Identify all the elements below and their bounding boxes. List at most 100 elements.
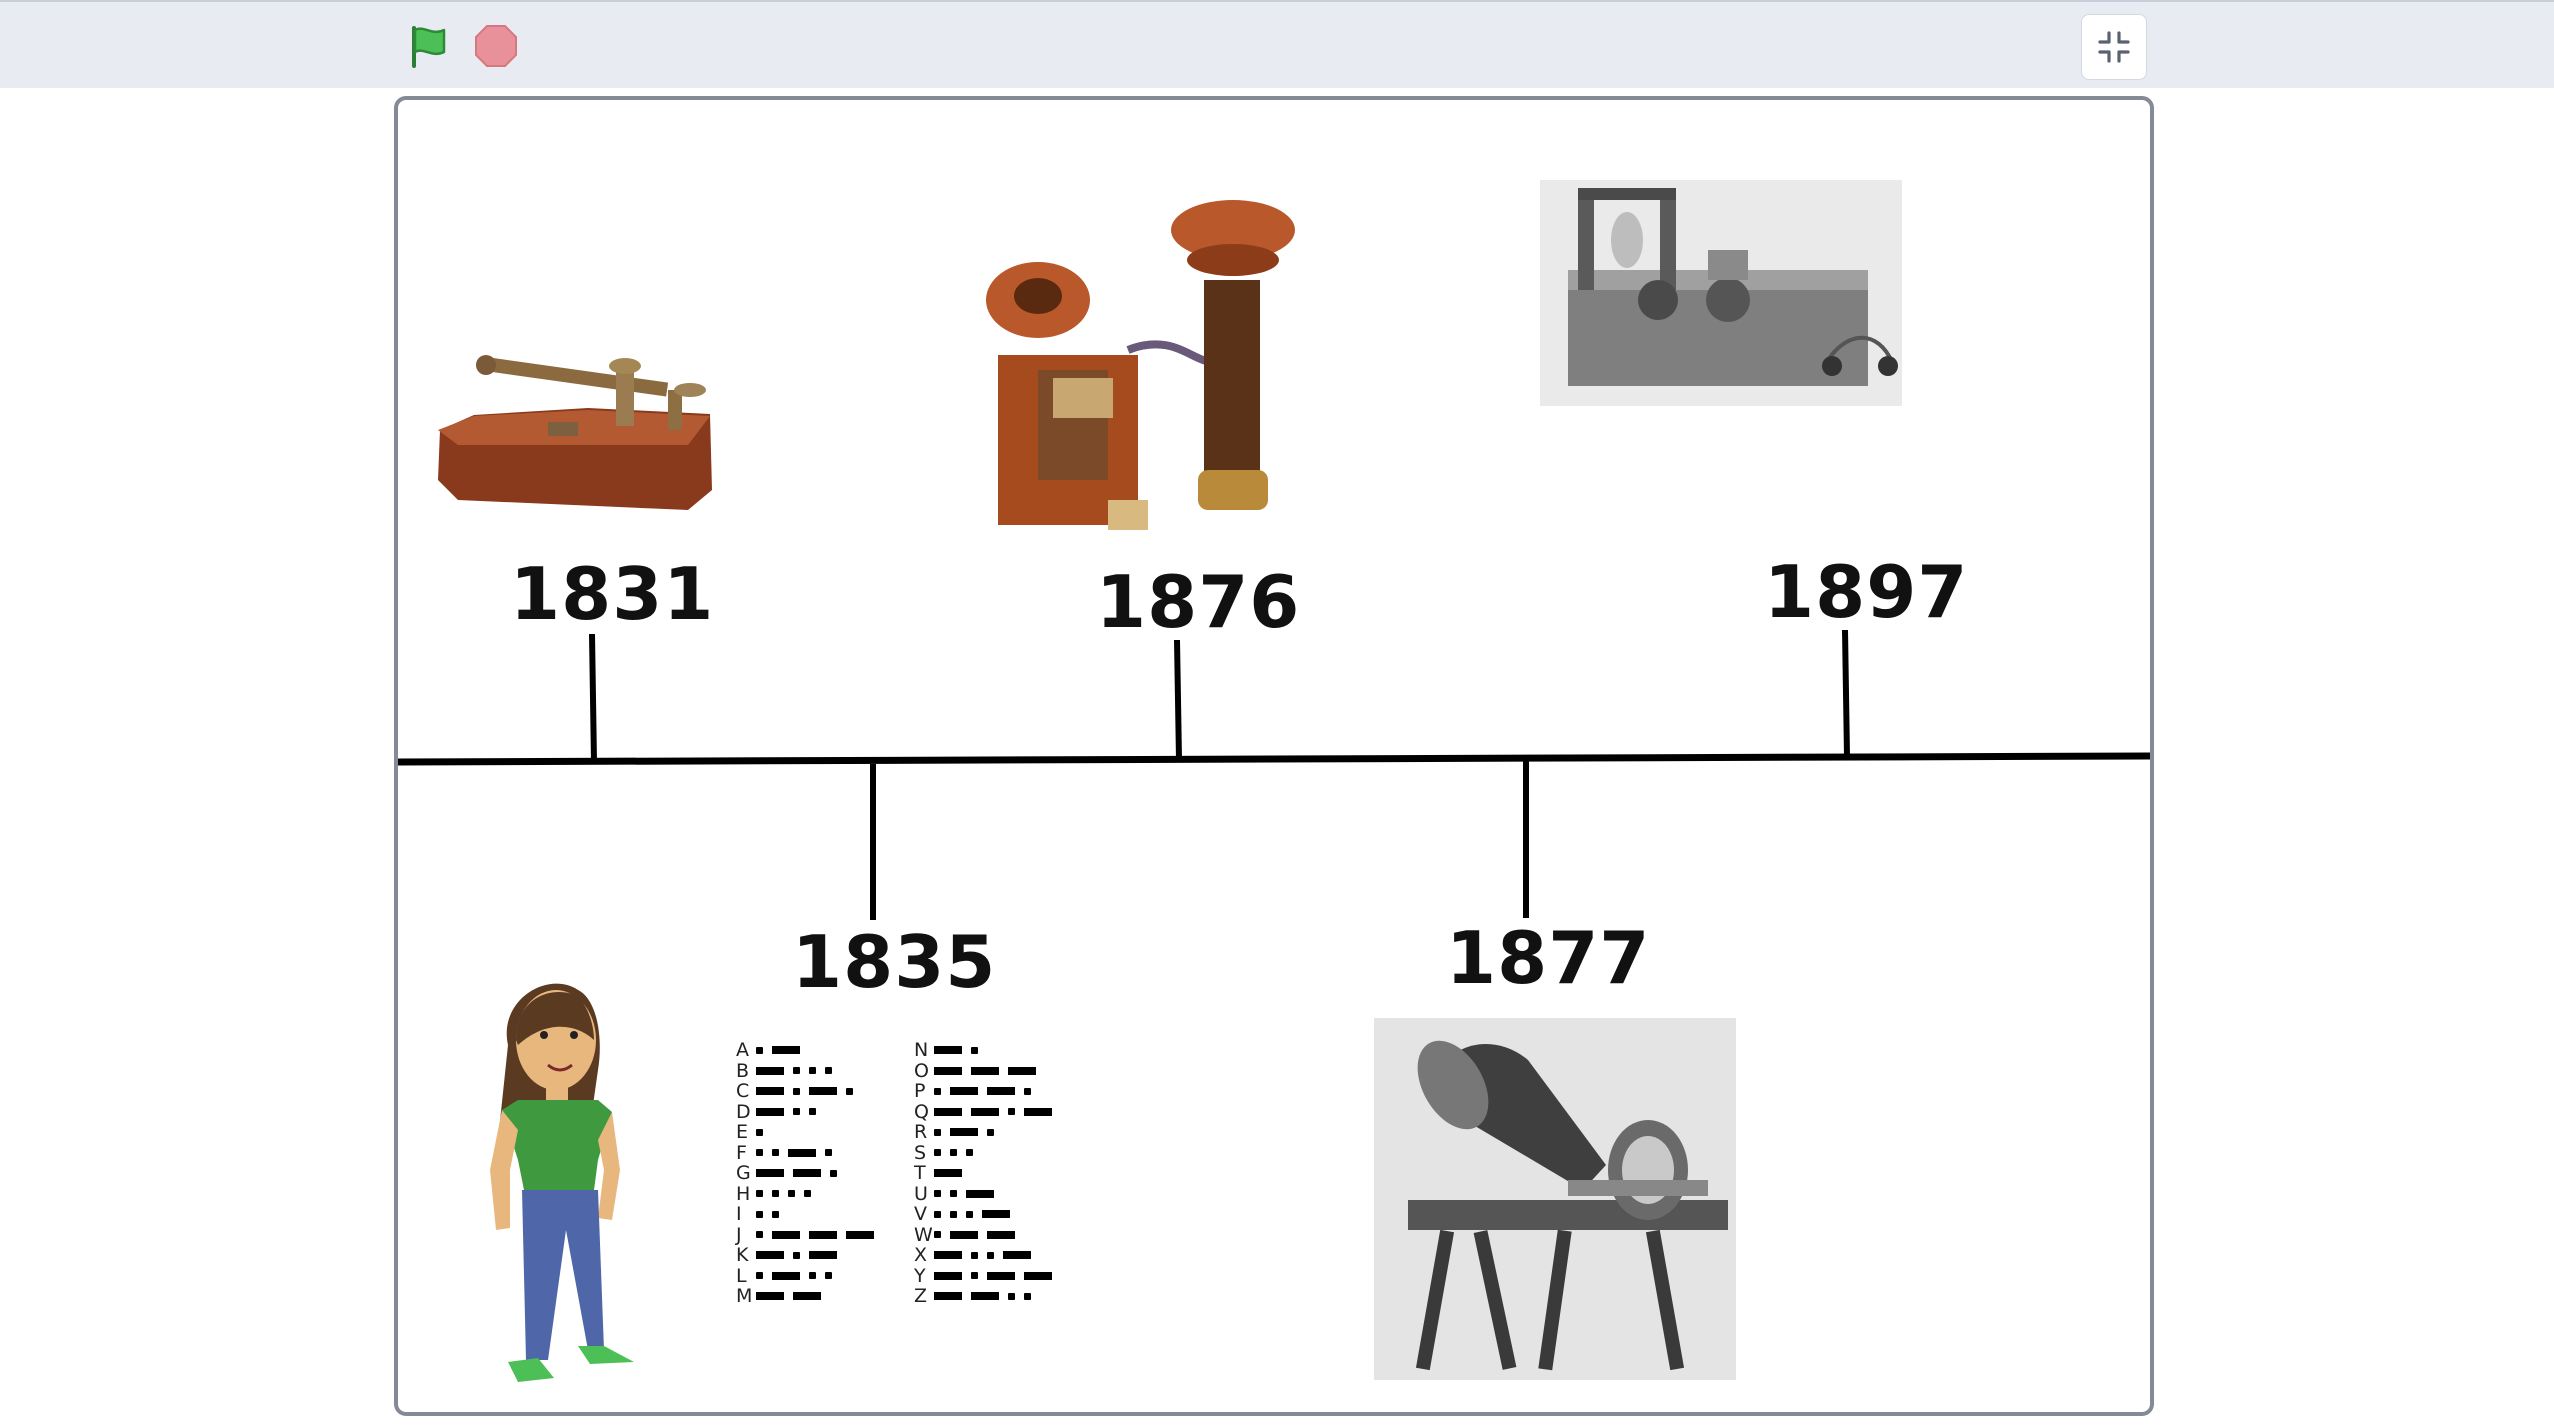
morse-dot: [788, 1190, 795, 1198]
morse-dash: [772, 1230, 800, 1239]
morse-code-symbols: [934, 1149, 982, 1157]
morse-dash: [1024, 1107, 1052, 1116]
morse-dot: [830, 1169, 837, 1177]
morse-letter: W: [914, 1223, 933, 1246]
morse-code-symbols: [756, 1210, 788, 1218]
year-label-1876: 1876: [1096, 560, 1301, 644]
morse-code-symbols: [934, 1251, 1040, 1260]
morse-dash: [950, 1128, 978, 1137]
morse-letter: S: [914, 1141, 927, 1164]
morse-dash: [788, 1148, 816, 1157]
morse-row-o: O: [914, 1060, 1061, 1082]
morse-code-symbols: [756, 1230, 883, 1239]
morse-letter: M: [736, 1285, 753, 1308]
morse-letter: D: [736, 1100, 751, 1123]
stage-toolbar: [0, 0, 2554, 88]
morse-code-symbols: [934, 1230, 1024, 1239]
morse-letter: Z: [914, 1285, 928, 1308]
morse-dash: [950, 1230, 978, 1239]
morse-dot: [772, 1149, 779, 1157]
morse-dash: [982, 1210, 1010, 1219]
morse-letter: J: [736, 1223, 742, 1246]
morse-dash: [809, 1230, 837, 1239]
morse-dot: [1008, 1108, 1015, 1116]
stop-icon[interactable]: [474, 24, 518, 68]
morse-row-j: J: [736, 1223, 883, 1246]
morse-dot: [756, 1149, 763, 1157]
morse-dash: [756, 1087, 784, 1096]
morse-dot: [756, 1046, 763, 1054]
morse-row-m: M: [736, 1285, 883, 1308]
morse-letter: K: [736, 1244, 749, 1267]
morse-row-z: Z: [914, 1285, 1061, 1308]
morse-dot: [825, 1149, 832, 1157]
wireless-radio-image: [1540, 180, 1902, 406]
morse-dot: [987, 1251, 994, 1259]
morse-dot: [793, 1251, 800, 1259]
year-label-1897: 1897: [1764, 550, 1969, 634]
morse-dash: [756, 1107, 784, 1116]
morse-row-l: L: [736, 1265, 883, 1287]
morse-code-symbols: [756, 1271, 841, 1280]
morse-code-symbols: [756, 1190, 820, 1198]
phonograph-image: [1374, 1018, 1736, 1380]
morse-dot: [934, 1231, 941, 1239]
morse-dash: [987, 1087, 1015, 1096]
morse-column-a-m: ABCDEFGHIJKLM: [736, 1039, 883, 1308]
morse-code-symbols: [756, 1169, 846, 1178]
morse-code-symbols: [934, 1169, 971, 1178]
morse-dot: [825, 1272, 832, 1280]
year-label-1835: 1835: [792, 920, 997, 1004]
morse-dot: [772, 1190, 779, 1198]
morse-code-symbols: [756, 1087, 862, 1096]
morse-letter: C: [736, 1080, 750, 1103]
morse-dash: [971, 1066, 999, 1075]
morse-dash: [846, 1230, 874, 1239]
morse-dot: [804, 1190, 811, 1198]
morse-row-b: B: [736, 1059, 883, 1082]
morse-dash: [934, 1046, 962, 1055]
morse-dot: [793, 1087, 800, 1095]
morse-code-symbols: [934, 1128, 1003, 1137]
morse-row-q: Q: [914, 1101, 1061, 1123]
morse-letter: Y: [914, 1264, 926, 1287]
morse-dot: [756, 1272, 763, 1280]
morse-dash: [1008, 1066, 1036, 1075]
morse-dot: [756, 1210, 763, 1218]
morse-dash: [987, 1271, 1015, 1280]
morse-dash: [934, 1292, 962, 1301]
morse-dot: [1024, 1292, 1031, 1300]
morse-letter: N: [914, 1039, 929, 1062]
morse-dot: [846, 1087, 853, 1095]
morse-dot: [950, 1149, 957, 1157]
morse-row-i: I: [736, 1203, 883, 1225]
morse-letter: U: [914, 1182, 928, 1205]
morse-letter: T: [914, 1162, 926, 1185]
morse-letter: X: [914, 1244, 928, 1267]
morse-code-symbols: [934, 1189, 1003, 1198]
morse-column-n-z: NOPQRSTUVWXYZ: [914, 1039, 1061, 1308]
green-flag-icon[interactable]: [404, 22, 454, 72]
morse-dot: [934, 1190, 941, 1198]
timeline-drawing: [398, 180, 2150, 1382]
year-label-1877: 1877: [1446, 916, 1651, 1000]
morse-dot: [756, 1190, 763, 1198]
morse-dash: [756, 1292, 784, 1301]
morse-dash: [934, 1169, 962, 1178]
morse-dot: [756, 1128, 763, 1136]
year-label-1831: 1831: [510, 552, 715, 636]
morse-row-d: D: [736, 1100, 883, 1123]
morse-letter: F: [736, 1141, 747, 1164]
morse-code-symbols: [756, 1128, 772, 1136]
morse-dot: [971, 1251, 978, 1259]
morse-letter: B: [736, 1059, 750, 1082]
morse-dash: [756, 1066, 784, 1075]
morse-letter: E: [736, 1121, 749, 1144]
fullscreen-exit-button[interactable]: [2081, 14, 2147, 80]
morse-code-symbols: [756, 1066, 841, 1075]
morse-dash: [971, 1107, 999, 1116]
stage[interactable]: 1831 1876 1897 1835 1877 ABCDEFGHIJKLM N…: [394, 96, 2154, 1416]
morse-row-e: E: [736, 1121, 883, 1144]
morse-row-p: P: [914, 1080, 1061, 1102]
morse-dot: [987, 1128, 994, 1136]
